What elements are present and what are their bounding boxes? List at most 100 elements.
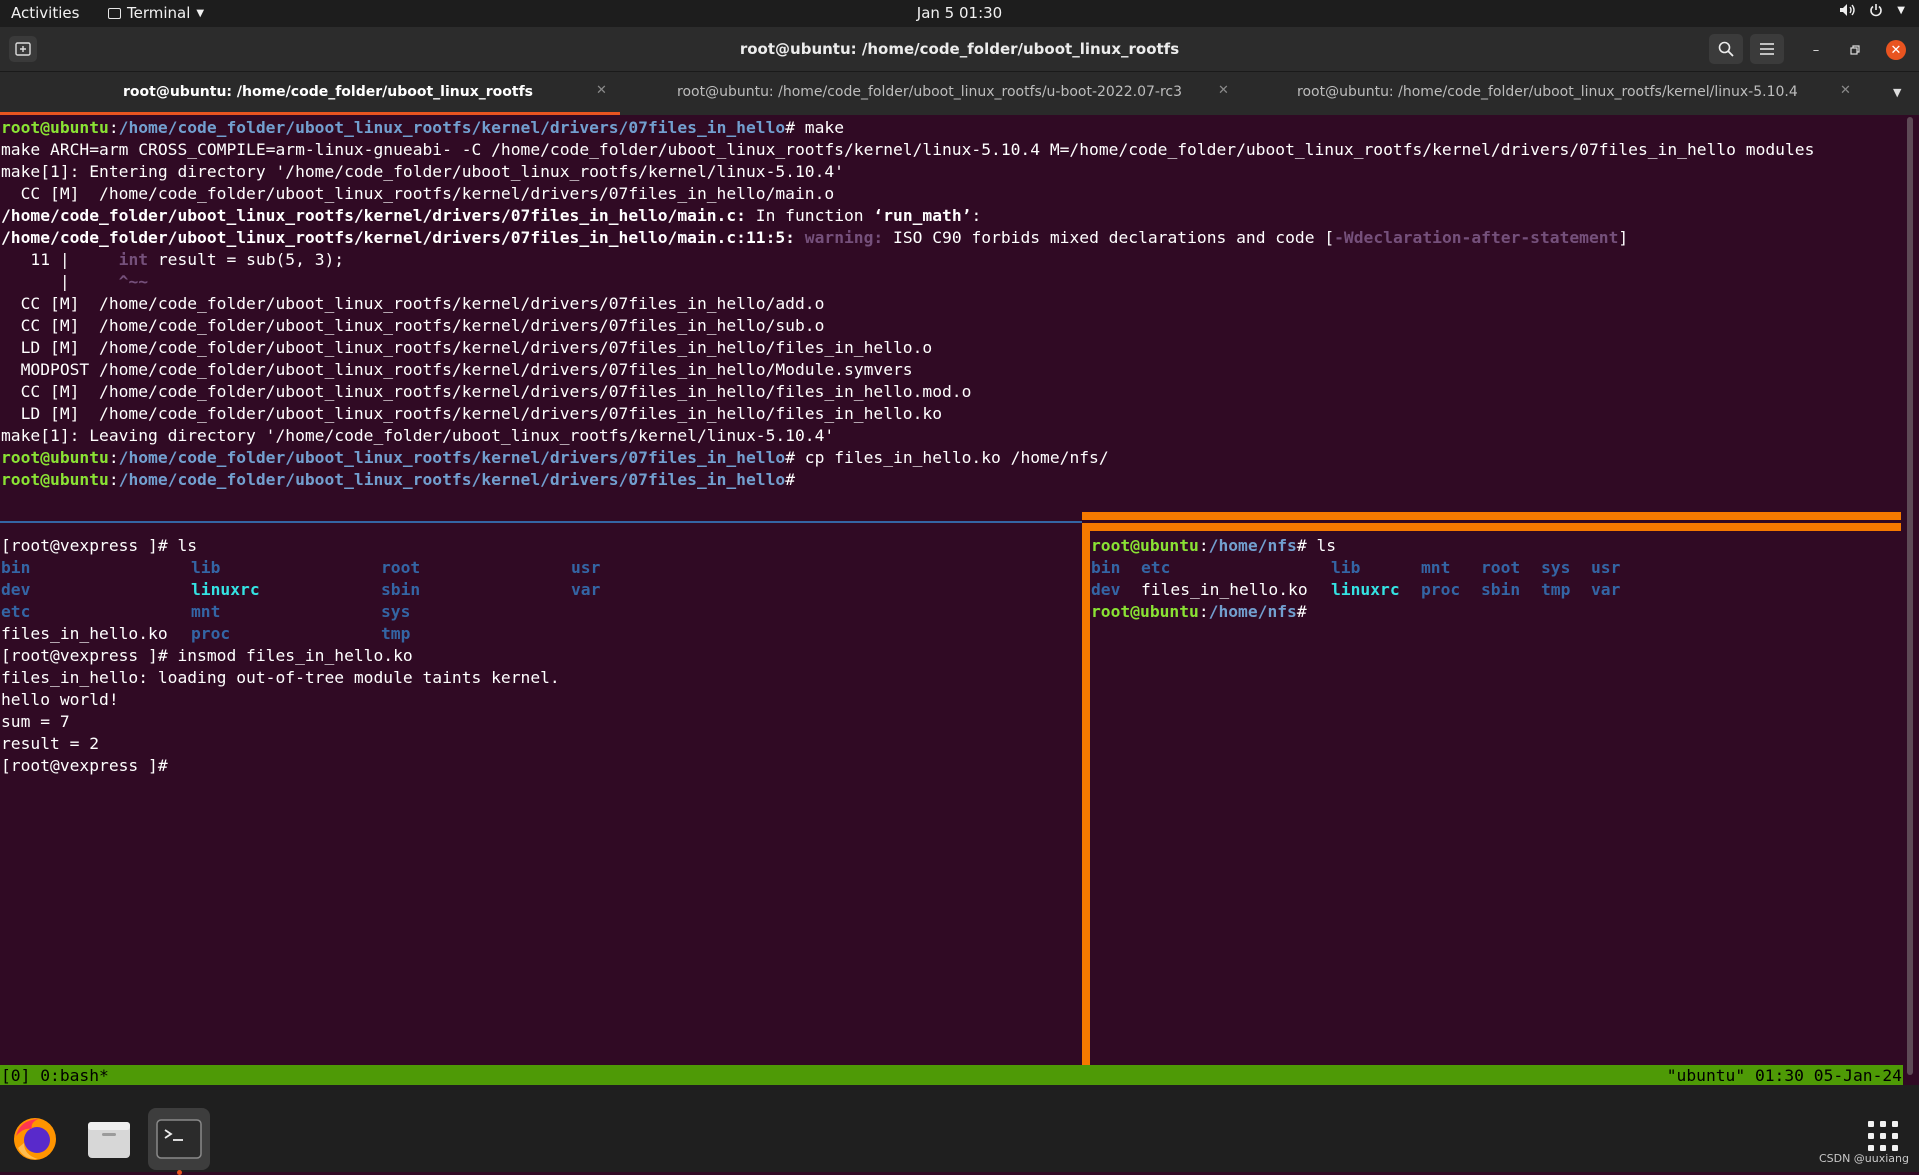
terminal-line: /home/code_folder/uboot_linux_rootfs/ker…	[1, 206, 982, 225]
ls-entry: root	[1481, 558, 1521, 577]
terminal-line: root@ubuntu:/home/nfs# ls	[1091, 536, 1337, 555]
files-launcher[interactable]	[78, 1108, 140, 1170]
source-line: 11 | int result = sub(5, 3);	[1, 250, 345, 269]
terminal-line: [root@vexpress ]#	[1, 756, 168, 775]
terminal-line: CC [M] /home/code_folder/uboot_linux_roo…	[1, 316, 825, 335]
files-icon	[88, 1122, 130, 1158]
tab-close-icon[interactable]: ✕	[596, 83, 607, 98]
pane-divider-vertical[interactable]	[1082, 527, 1090, 1082]
chevron-down-icon: ▼	[1897, 4, 1905, 16]
ls-entry: sys	[1541, 558, 1571, 577]
terminal-line: root@ubuntu:/home/code_folder/uboot_linu…	[1, 448, 1109, 467]
terminal-line: CC [M] /home/code_folder/uboot_linux_roo…	[1, 294, 825, 313]
hamburger-icon	[1760, 43, 1774, 55]
ls-entry: bin	[1091, 558, 1121, 577]
tab-linux-kernel[interactable]: root@ubuntu: /home/code_folder/uboot_lin…	[1240, 72, 1860, 115]
menu-button[interactable]	[1750, 34, 1784, 64]
window-title: root@ubuntu: /home/code_folder/uboot_lin…	[739, 40, 1180, 58]
tabs-overflow-icon[interactable]: ▼	[1893, 86, 1901, 99]
scrollbar[interactable]	[1907, 117, 1913, 1075]
search-icon	[1718, 41, 1734, 57]
volume-icon	[1840, 4, 1855, 16]
terminal-line: MODPOST /home/code_folder/uboot_linux_ro…	[1, 360, 913, 379]
terminal-line: root@ubuntu:/home/code_folder/uboot_linu…	[1, 118, 845, 137]
firefox-launcher[interactable]	[4, 1108, 66, 1170]
restore-icon	[1850, 45, 1860, 55]
tab-close-icon[interactable]: ✕	[1218, 83, 1229, 98]
terminal-area[interactable]: root@ubuntu:/home/code_folder/uboot_linu…	[0, 115, 1919, 1086]
tab-label: root@ubuntu: /home/code_folder/uboot_lin…	[677, 84, 1183, 100]
active-pane-border	[1082, 523, 1901, 531]
ls-entry: etc	[1, 602, 31, 621]
ls-entry: var	[571, 580, 601, 599]
ls-entry: root	[381, 558, 421, 577]
terminal-line: result = 2	[1, 734, 100, 753]
minimize-button[interactable]: –	[1806, 40, 1826, 60]
terminal-line: root@ubuntu:/home/code_folder/uboot_linu…	[1, 470, 795, 489]
ls-entry: sbin	[381, 580, 421, 599]
tab-uboot-linux-rootfs[interactable]: root@ubuntu: /home/code_folder/uboot_lin…	[0, 72, 620, 115]
warning-line: /home/code_folder/uboot_linux_rootfs/ker…	[1, 228, 1629, 247]
terminal-icon	[156, 1119, 202, 1159]
terminal-line: CC [M] /home/code_folder/uboot_linux_roo…	[1, 184, 835, 203]
tab-label: root@ubuntu: /home/code_folder/uboot_lin…	[1297, 84, 1798, 100]
terminal-line: sum = 7	[1, 712, 70, 731]
close-button[interactable]: ✕	[1886, 40, 1906, 60]
ls-entry: dev	[1, 580, 31, 599]
ls-entry: files_in_hello.ko	[1, 624, 168, 643]
tab-close-icon[interactable]: ✕	[1840, 83, 1851, 98]
ls-entry: mnt	[1421, 558, 1451, 577]
terminal-line: LD [M] /home/code_folder/uboot_linux_roo…	[1, 338, 933, 357]
tmux-status-bar: [0] 0:bash* "ubuntu" 01:30 05-Jan-24	[0, 1065, 1903, 1086]
terminal-line: make[1]: Leaving directory '/home/code_f…	[1, 426, 835, 445]
show-applications-button[interactable]	[1868, 1121, 1898, 1151]
tmux-host-clock: "ubuntu" 01:30 05-Jan-24	[1666, 1066, 1902, 1085]
ls-entry: lib	[191, 558, 221, 577]
terminal-line: files_in_hello: loading out-of-tree modu…	[1, 668, 560, 687]
dock: CSDN @uuxiang	[0, 1085, 1919, 1175]
maximize-button[interactable]	[1845, 40, 1865, 60]
terminal-launcher[interactable]	[148, 1108, 210, 1175]
tab-bar: root@ubuntu: /home/code_folder/uboot_lin…	[0, 72, 1919, 115]
top-bar: Activities Terminal ▼ Jan 5 01:30 ▼	[0, 0, 1919, 27]
show-applications-icon	[1868, 1121, 1898, 1151]
ls-entry: tmp	[1541, 580, 1571, 599]
ls-entry: bin	[1, 558, 31, 577]
terminal-line: CC [M] /home/code_folder/uboot_linux_roo…	[1, 382, 972, 401]
ls-entry: dev	[1091, 580, 1121, 599]
ls-entry: linuxrc	[1331, 580, 1400, 599]
ls-entry: etc	[1141, 558, 1171, 577]
terminal-line: make[1]: Entering directory '/home/code_…	[1, 162, 844, 181]
ls-entry: files_in_hello.ko	[1141, 580, 1308, 599]
terminal-line: [root@vexpress ]# ls	[1, 536, 198, 555]
search-button[interactable]	[1709, 34, 1743, 64]
tab-label: root@ubuntu: /home/code_folder/uboot_lin…	[123, 84, 533, 100]
terminal-line: root@ubuntu:/home/nfs#	[1091, 602, 1307, 621]
ls-entry: tmp	[381, 624, 411, 643]
minimize-icon: –	[1812, 42, 1820, 58]
ls-entry: proc	[191, 624, 231, 643]
terminal-line: hello world!	[1, 690, 119, 709]
clock[interactable]: Jan 5 01:30	[0, 4, 1919, 22]
close-icon: ✕	[1890, 42, 1902, 58]
firefox-icon	[14, 1118, 56, 1160]
system-tray[interactable]: ▼	[1839, 3, 1905, 17]
ls-entry: lib	[1331, 558, 1361, 577]
ls-entry: usr	[571, 558, 601, 577]
tab-u-boot[interactable]: root@ubuntu: /home/code_folder/uboot_lin…	[622, 72, 1238, 115]
ls-entry: mnt	[191, 602, 221, 621]
terminal-line: LD [M] /home/code_folder/uboot_linux_roo…	[1, 404, 943, 423]
pane-divider-horizontal[interactable]	[0, 521, 1082, 523]
terminal-line: [root@vexpress ]# insmod files_in_hello.…	[1, 646, 413, 665]
ls-entry: sbin	[1481, 580, 1521, 599]
watermark: CSDN @uuxiang	[1818, 1152, 1909, 1165]
terminal-line: make ARCH=arm CROSS_COMPILE=arm-linux-gn…	[1, 140, 1815, 159]
caret-line: | ^~~	[1, 272, 149, 291]
active-pane-border	[1082, 512, 1901, 520]
ls-entry: usr	[1591, 558, 1621, 577]
running-indicator	[177, 1170, 182, 1175]
tmux-window-list: [0] 0:bash*	[1, 1066, 109, 1085]
ls-entry: sys	[381, 602, 411, 621]
ls-entry: linuxrc	[191, 580, 260, 599]
window-header: root@ubuntu: /home/code_folder/uboot_lin…	[0, 27, 1919, 72]
